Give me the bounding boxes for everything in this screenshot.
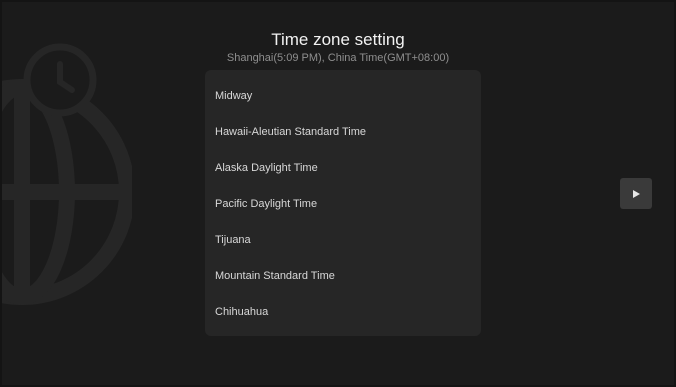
timezone-item-chihuahua[interactable]: Chihuahua	[215, 302, 471, 322]
timezone-item-tijuana[interactable]: Tijuana	[215, 230, 471, 250]
timezone-item-mountain[interactable]: Mountain Standard Time	[215, 266, 471, 286]
timezone-list: Midway Hawaii-Aleutian Standard Time Ala…	[205, 70, 481, 336]
timezone-item-alaska[interactable]: Alaska Daylight Time	[215, 158, 471, 178]
screen: Time zone setting Shanghai(5:09 PM), Chi…	[2, 2, 674, 385]
timezone-item-midway[interactable]: Midway	[215, 86, 471, 106]
timezone-item-pacific[interactable]: Pacific Daylight Time	[215, 194, 471, 214]
next-button[interactable]	[620, 178, 652, 209]
current-timezone-subtitle: Shanghai(5:09 PM), China Time(GMT+08:00)	[226, 52, 450, 64]
globe-clock-icon	[2, 43, 132, 305]
play-arrow-icon	[633, 189, 640, 198]
page-title: Time zone setting	[271, 30, 405, 49]
timezone-item-hawaii-aleutian[interactable]: Hawaii-Aleutian Standard Time	[215, 122, 471, 142]
